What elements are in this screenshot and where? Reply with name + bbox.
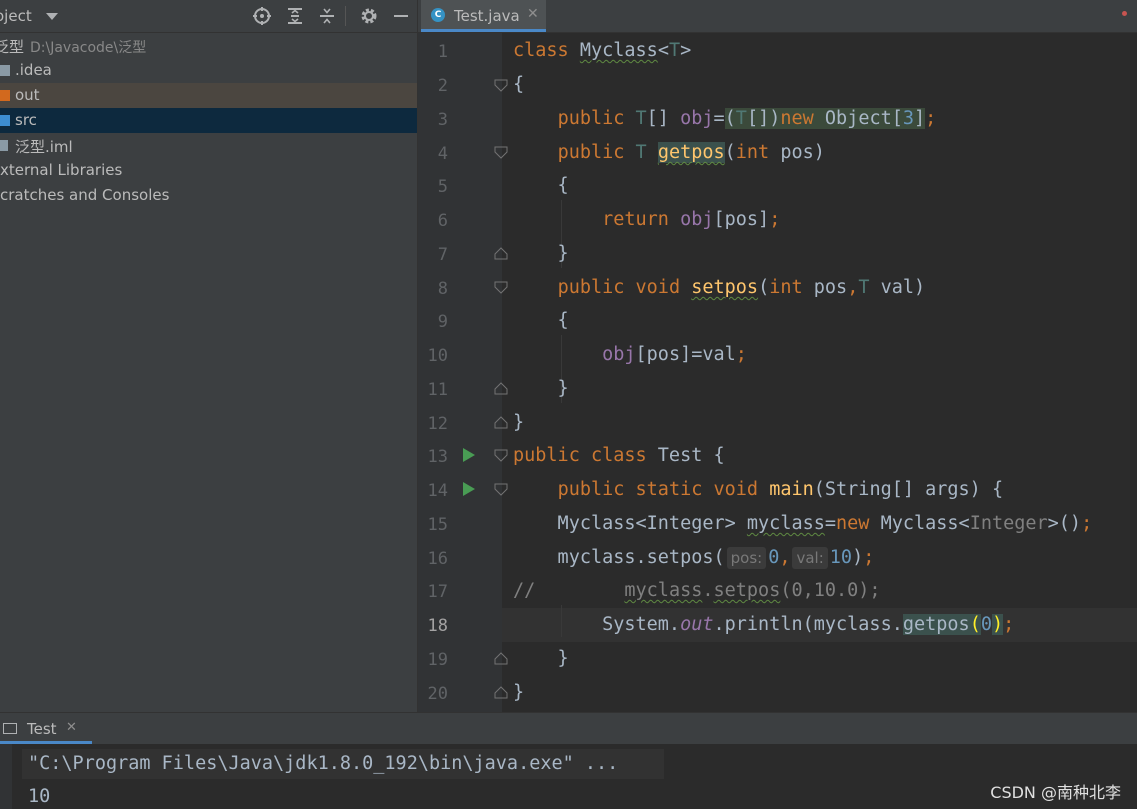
code-line: obj[pos]=val; [602,344,747,365]
source-folder-icon [0,115,10,126]
code-line: { [513,175,569,196]
line-number: 16 [427,549,448,569]
editor-tab-bar: C Test.java ✕ [418,0,1137,33]
watermark: CSDN @南种北李 [990,783,1121,802]
run-tab-label: Test [27,720,57,738]
code-line: } [513,412,525,433]
gear-icon[interactable] [359,6,379,26]
locate-target-icon[interactable] [252,6,272,26]
project-header: oject [0,0,417,33]
line-number: 17 [427,582,448,602]
code-line-current: System.out.println(myclass.getpos(0); [513,614,1015,635]
console-command-line[interactable]: "C:\Program Files\Java\jdk1.8.0_192\bin\… [22,749,664,779]
tree-item-scratches[interactable]: cratches and Consoles [0,183,417,208]
tree-item-src[interactable]: src [0,108,417,133]
tab-test-java[interactable]: C Test.java ✕ [421,0,546,32]
tree-item-label: cratches and Consoles [0,186,170,204]
line-number: 3 [437,110,448,130]
folder-icon [0,65,10,76]
minimize-icon[interactable] [391,6,411,26]
line-number: 6 [437,211,448,231]
tree-item-label: 泛型.iml [15,138,73,156]
collapse-all-icon[interactable] [317,6,337,26]
folder-excluded-icon [0,90,10,101]
line-number: 20 [427,684,448,704]
code-line: } [513,243,569,264]
close-icon[interactable]: ✕ [66,720,77,735]
code-line: Myclass<Integer> myclass=new Myclass<Int… [513,513,1093,534]
tree-item-label: src [15,111,37,129]
line-number: 5 [437,177,448,197]
tree-item-label: xternal Libraries [0,161,123,179]
line-number: 13 [427,447,448,467]
expand-all-icon[interactable] [285,6,305,26]
chevron-down-icon[interactable] [46,13,58,20]
parameter-hint: val: [792,547,828,569]
code-line: // myclass.setpos(0,10.0); [513,580,881,601]
code-line: public static void main(String[] args) { [557,479,1004,500]
project-tool-window: oject [0,0,417,712]
tree-item-path: D:\Javacode\泛型 [30,40,147,56]
code-line: public class Test { [513,445,725,466]
code-line: } [513,682,525,703]
line-number: 14 [427,481,448,501]
console-icon [3,723,17,734]
code-line: { [513,310,569,331]
java-class-icon: C [431,8,445,22]
run-play-icon[interactable] [463,448,475,462]
console-toolbar [0,744,12,809]
tab-label: Test.java [454,7,520,25]
console-output: 10 [28,786,51,807]
module-file-icon [0,140,8,151]
line-number: 2 [437,76,448,96]
project-view-selector[interactable]: oject [0,7,32,25]
line-number: 4 [437,144,448,164]
run-tool-window: Test ✕ "C:\Program Files\Java\jdk1.8.0_1… [0,712,1137,809]
tree-item-label: 泛型 [0,38,25,56]
tree-item-out[interactable]: out [0,83,417,108]
editor: C Test.java ✕ 1 2 3 4 5 6 7 8 9 10 11 12… [417,0,1137,712]
code-line: public T getpos(int pos) [557,142,825,163]
tree-item-external-libraries[interactable]: xternal Libraries [0,158,417,183]
line-number: 10 [427,346,448,366]
tree-item-label: out [15,86,40,104]
run-play-icon[interactable] [463,482,475,496]
code-line: return obj[pos]; [602,209,781,230]
code-line: public void setpos(int pos,T val) [557,277,926,298]
tree-item-project-root[interactable]: 泛型 D:\Javacode\泛型 [0,33,417,58]
line-number: 11 [427,380,448,400]
tree-item-idea[interactable]: .idea [0,58,417,83]
code-area[interactable]: class Myclass<T> { public T[] obj=(T[])n… [502,33,1137,712]
run-tab-bar: Test ✕ [0,713,1137,744]
line-number: 15 [427,515,448,535]
modified-indicator [1122,11,1127,16]
code-line: } [513,378,569,399]
run-tab-test[interactable]: Test ✕ [0,713,92,744]
line-number: 12 [427,414,448,434]
close-icon[interactable]: ✕ [527,6,539,22]
code-line: myclass.setpos(pos: 0, val: 10); [513,547,875,569]
tree-item-iml[interactable]: 泛型.iml [0,133,417,158]
line-number: 9 [437,312,448,332]
code-line: { [513,74,525,95]
tree-item-label: .idea [15,61,52,79]
editor-gutter: 1 2 3 4 5 6 7 8 9 10 11 12 13 14 15 16 1… [418,33,508,712]
code-line: class Myclass<T> [513,40,692,61]
line-number: 7 [437,245,448,265]
toolbar-divider [345,6,346,26]
parameter-hint: pos: [726,547,767,569]
line-number-current: 18 [427,616,448,636]
code-line: public T[] obj=(T[])new Object[3]; [557,108,937,129]
line-number: 19 [427,650,448,670]
line-number: 8 [437,279,448,299]
line-number: 1 [437,42,448,62]
code-line: } [513,648,569,669]
